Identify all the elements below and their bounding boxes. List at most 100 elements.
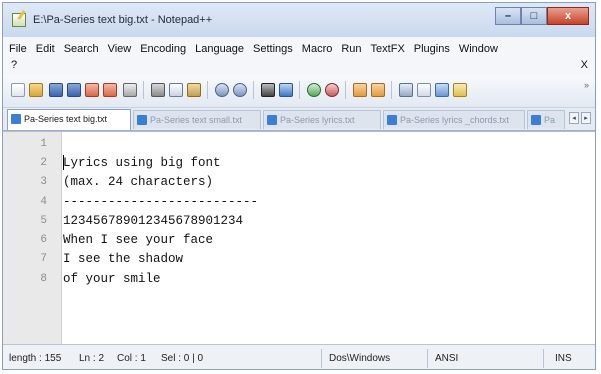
menu-language[interactable]: Language (195, 43, 244, 55)
new-file-icon[interactable] (11, 83, 25, 97)
close-all-icon[interactable] (103, 83, 117, 97)
menu-settings[interactable]: Settings (253, 43, 293, 55)
tab-label: Pa (544, 115, 556, 125)
sync-horizontal-icon[interactable] (371, 83, 385, 97)
tab-pa-truncated[interactable]: Pa (527, 110, 565, 129)
menu-macro[interactable]: Macro (302, 43, 333, 55)
status-divider (427, 349, 428, 368)
toolbar-separator (391, 81, 392, 99)
replace-icon[interactable] (279, 83, 293, 97)
document-icon (137, 115, 147, 125)
user-language-icon[interactable] (453, 83, 467, 97)
menu-textfx[interactable]: TextFX (371, 43, 405, 55)
menu-file[interactable]: File (9, 43, 27, 55)
status-encoding: ANSI (435, 353, 459, 364)
indent-guide-icon[interactable] (435, 83, 449, 97)
status-column: Col : 1 (117, 353, 146, 364)
toolbar-separator (299, 81, 300, 99)
close-icon[interactable] (85, 83, 99, 97)
code-line[interactable]: Lyrics using big font (63, 156, 221, 170)
window-title: E:\Pa-Series text big.txt - Notepad++ (33, 14, 213, 26)
code-line[interactable]: 123456789012345678901234 (63, 214, 243, 228)
print-icon[interactable] (123, 83, 137, 97)
tab-scroll-right-button[interactable]: ▸ (581, 112, 591, 124)
line-number: 5 (40, 215, 47, 227)
tab-pa-series-text-small[interactable]: Pa-Series text small.txt (133, 110, 261, 129)
tab-label: Pa-Series lyrics.txt (280, 115, 355, 125)
sync-vertical-icon[interactable] (353, 83, 367, 97)
code-line[interactable]: of your smile (63, 272, 161, 286)
title-bar[interactable]: E:\Pa-Series text big.txt - Notepad++ – … (3, 3, 595, 37)
zoom-in-icon[interactable] (307, 83, 321, 97)
text-editor[interactable]: 1 2 3 4 5 6 7 8 Lyrics using big font (m… (3, 131, 595, 344)
line-number: 7 (40, 253, 47, 265)
line-number-gutter: 1 2 3 4 5 6 7 8 (3, 132, 62, 344)
document-icon (11, 114, 21, 124)
word-wrap-icon[interactable] (399, 83, 413, 97)
status-eol-format: Dos\Windows (329, 353, 391, 364)
save-icon[interactable] (49, 83, 63, 97)
tab-pa-series-lyrics[interactable]: Pa-Series lyrics.txt (263, 110, 381, 129)
menu-help[interactable]: ? (11, 59, 17, 71)
notepadpp-window: E:\Pa-Series text big.txt - Notepad++ – … (2, 2, 596, 370)
close-document-button[interactable]: X (581, 59, 588, 71)
window-controls: – □ x (495, 7, 589, 25)
document-icon (387, 115, 397, 125)
menu-bar: File Edit Search View Encoding Language … (3, 37, 595, 75)
status-line: Ln : 2 (79, 353, 105, 364)
notepadpp-app-icon[interactable] (12, 13, 26, 27)
status-divider (321, 349, 322, 368)
toolbar: » (3, 75, 595, 108)
cut-icon[interactable] (151, 83, 165, 97)
close-button[interactable]: x (547, 7, 589, 25)
toolbar-separator (253, 81, 254, 99)
paste-icon[interactable] (187, 83, 201, 97)
code-line[interactable]: I see the shadow (63, 252, 183, 266)
document-icon (267, 115, 277, 125)
line-number: 2 (40, 157, 47, 169)
code-line[interactable]: When I see your face (63, 233, 213, 247)
toolbar-overflow-icon[interactable]: » (584, 80, 589, 90)
line-number: 1 (40, 138, 47, 150)
status-bar: length : 155 Ln : 2 Col : 1 Sel : 0 | 0 … (3, 344, 595, 369)
tab-label: Pa-Series text small.txt (150, 115, 243, 125)
maximize-button[interactable]: □ (521, 7, 547, 25)
menu-run[interactable]: Run (341, 43, 361, 55)
status-divider (543, 349, 544, 368)
save-all-icon[interactable] (67, 83, 81, 97)
tab-pa-series-text-big[interactable]: Pa-Series text big.txt (7, 109, 131, 130)
code-line[interactable]: (max. 24 characters) (63, 175, 213, 189)
menu-encoding[interactable]: Encoding (140, 43, 186, 55)
menu-view[interactable]: View (108, 43, 132, 55)
document-icon (531, 115, 541, 125)
undo-icon[interactable] (215, 83, 229, 97)
toolbar-separator (207, 81, 208, 99)
tab-label: Pa-Series lyrics _chords.txt (400, 115, 510, 125)
document-tab-bar: Pa-Series text big.txt Pa-Series text sm… (3, 108, 595, 131)
line-number: 6 (40, 234, 47, 246)
line-number: 4 (40, 196, 47, 208)
redo-icon[interactable] (233, 83, 247, 97)
menu-edit[interactable]: Edit (36, 43, 55, 55)
minimize-button[interactable]: – (495, 7, 521, 25)
zoom-out-icon[interactable] (325, 83, 339, 97)
menu-search[interactable]: Search (64, 43, 99, 55)
tab-label: Pa-Series text big.txt (24, 114, 108, 124)
menu-plugins[interactable]: Plugins (414, 43, 450, 55)
tab-pa-series-lyrics-chords[interactable]: Pa-Series lyrics _chords.txt (383, 110, 525, 129)
code-line[interactable]: -------------------------- (63, 195, 258, 209)
status-insert-mode: INS (555, 353, 572, 364)
status-length: length : 155 (9, 353, 62, 364)
tab-scroll-left-button[interactable]: ◂ (569, 112, 579, 124)
line-number: 3 (40, 176, 47, 188)
open-file-icon[interactable] (29, 83, 43, 97)
copy-icon[interactable] (169, 83, 183, 97)
text-caret (63, 155, 64, 170)
menu-window[interactable]: Window (459, 43, 498, 55)
line-number: 8 (40, 273, 47, 285)
toolbar-separator (345, 81, 346, 99)
show-all-chars-icon[interactable] (417, 83, 431, 97)
find-icon[interactable] (261, 83, 275, 97)
status-selection: Sel : 0 | 0 (161, 353, 204, 364)
toolbar-separator (143, 81, 144, 99)
